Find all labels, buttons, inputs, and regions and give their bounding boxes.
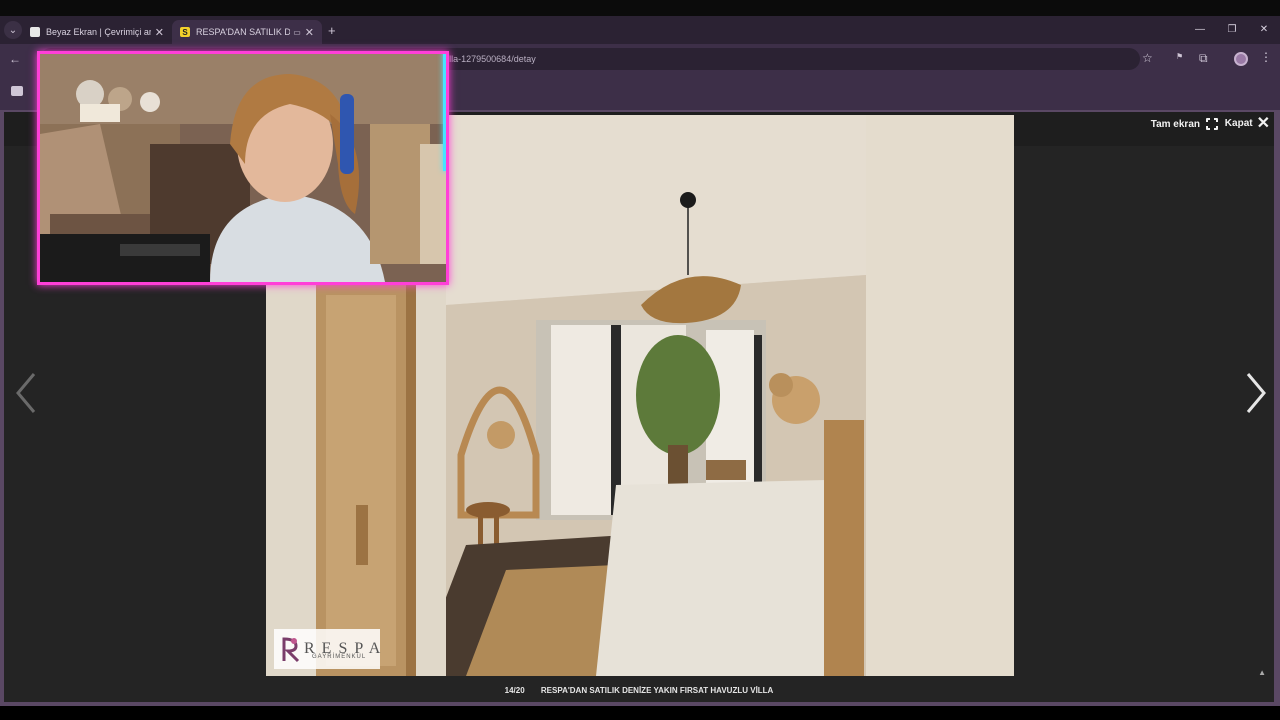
fullscreen-button[interactable]: Tam ekran	[1150, 117, 1219, 131]
webcam-feed	[40, 54, 446, 282]
webcam-overlay	[37, 51, 449, 285]
new-tab-button[interactable]: +	[328, 23, 336, 38]
restore-icon[interactable]: ❐	[1216, 16, 1248, 44]
media-icon[interactable]: ▭	[293, 28, 301, 37]
close-tab-icon[interactable]: ✕	[155, 26, 164, 39]
window-controls: — ❐ ✕	[1184, 16, 1280, 44]
respa-logo-icon	[282, 637, 300, 663]
listing-title: RESPA'DAN SATILIK DENİZE YAKIN FIRSAT HA…	[540, 686, 774, 695]
translate-extension-icon[interactable]: ⚑	[1176, 52, 1190, 66]
screen-top-border	[0, 0, 1280, 16]
bookmark-folder-icon[interactable]	[11, 86, 23, 96]
close-tab-icon[interactable]: ✕	[305, 26, 314, 39]
close-button[interactable]: Kapat ✕	[1224, 114, 1270, 132]
next-photo-button[interactable]	[1240, 370, 1270, 416]
back-arrow-icon[interactable]: ←	[3, 52, 27, 66]
photo-counter: 14/20	[504, 686, 525, 695]
tab-respa-listing[interactable]: S RESPA'DAN SATILIK DENİZE ▭ ✕	[172, 20, 322, 44]
tab-beyaz-ekran[interactable]: Beyaz Ekran | Çevrimiçi araç ✕	[22, 20, 172, 44]
chevron-left-icon	[16, 373, 36, 413]
tab-title: RESPA'DAN SATILIK DENİZE	[196, 27, 291, 37]
tab-strip: ⌄ Beyaz Ekran | Çevrimiçi araç ✕ S RESPA…	[0, 16, 1280, 44]
close-label: Kapat	[1224, 118, 1253, 129]
white-square-icon	[30, 27, 40, 37]
respa-watermark-logo: RESPA GAYRİMENKUL	[274, 629, 380, 669]
bookmark-star-icon[interactable]: ☆	[1142, 51, 1153, 65]
photo-caption: 14/20 RESPA'DAN SATILIK DENİZE YAKIN FIR…	[4, 686, 1274, 702]
fullscreen-label: Tam ekran	[1150, 118, 1200, 130]
tab-search-button[interactable]: ⌄	[4, 21, 22, 39]
close-icon: ✕	[1256, 114, 1270, 132]
minimize-icon[interactable]: —	[1184, 16, 1216, 44]
kebab-menu-icon[interactable]: ⋮	[1260, 50, 1272, 64]
chevron-right-icon	[1246, 373, 1266, 413]
tab-title: Beyaz Ekran | Çevrimiçi araç	[46, 27, 151, 37]
expand-icon	[1205, 117, 1219, 131]
previous-photo-button[interactable]	[12, 370, 42, 416]
watermark-subtitle: GAYRİMENKUL	[312, 654, 367, 660]
scroll-up-icon[interactable]: ▲	[1258, 668, 1266, 677]
extensions-puzzle-icon[interactable]: ⧉	[1199, 51, 1208, 66]
profile-avatar[interactable]	[1234, 52, 1248, 66]
close-window-icon[interactable]: ✕	[1248, 16, 1280, 44]
s-logo-icon: S	[180, 27, 190, 37]
